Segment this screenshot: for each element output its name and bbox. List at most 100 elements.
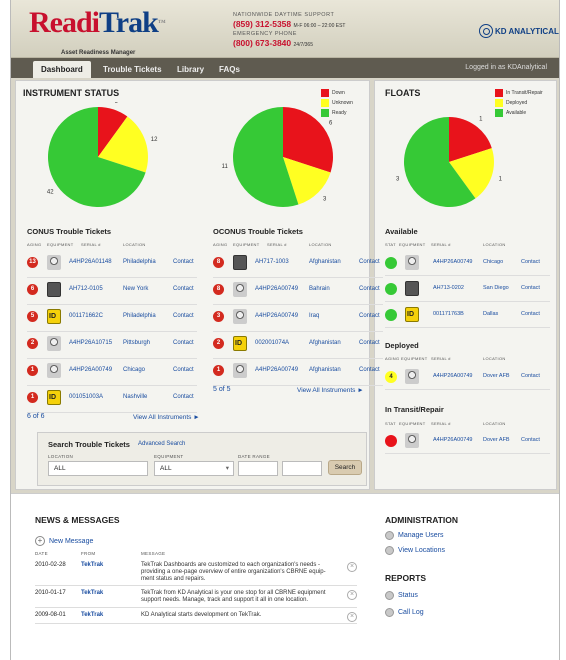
advanced-search-link[interactable]: Advanced Search xyxy=(138,441,185,447)
contact-link[interactable]: Contact xyxy=(521,373,540,379)
col-location: LOCATION xyxy=(309,242,332,247)
dropdown-arrow-icon: ▾ xyxy=(225,465,229,472)
location-text: Chicago xyxy=(123,367,146,373)
close-icon[interactable]: × xyxy=(347,562,357,572)
equipment-select[interactable]: ALL ▾ xyxy=(154,461,234,476)
aging-badge: 6 xyxy=(27,284,38,295)
contact-link[interactable]: Contact xyxy=(521,285,540,291)
mask-icon xyxy=(233,282,247,297)
ticket-row: 1 A4HP26A00749 Chicago Contact xyxy=(27,358,197,386)
aging-badge: 1 xyxy=(27,392,38,403)
location-text: Afghanistan xyxy=(309,340,341,346)
serial-link[interactable]: 001051003A xyxy=(69,394,103,400)
serial-link[interactable]: AH717-1003 xyxy=(255,259,289,265)
aging-badge: 2 xyxy=(213,338,224,349)
contact-link[interactable]: Contact xyxy=(173,367,194,373)
contact-link[interactable]: Contact xyxy=(173,259,194,265)
location-input[interactable]: ALL xyxy=(48,461,148,476)
news-row: 2009-08-01 TekTrak KD Analytical starts de… xyxy=(35,608,357,624)
contact-link[interactable]: Contact xyxy=(173,286,194,292)
contact-link[interactable]: Contact xyxy=(359,259,380,265)
id-icon xyxy=(47,390,61,405)
contact-link[interactable]: Contact xyxy=(521,437,540,443)
serial-link[interactable]: 001171763B xyxy=(433,311,464,317)
date-from-input[interactable] xyxy=(238,461,278,476)
serial-link[interactable]: A4HP26A00749 xyxy=(255,286,298,292)
serial-link[interactable]: A4HP26A00749 xyxy=(433,437,472,443)
serial-link[interactable]: 002001074A xyxy=(255,340,289,346)
date-to-input[interactable] xyxy=(282,461,322,476)
serial-link[interactable]: A4HP26A00749 xyxy=(69,367,112,373)
location-text: Philadelphia xyxy=(123,259,156,265)
contact-link[interactable]: Contact xyxy=(173,340,194,346)
tab-dashboard[interactable]: Dashboard xyxy=(33,61,91,78)
contact-link[interactable]: Contact xyxy=(359,340,380,346)
serial-link[interactable]: A4HP26A00749 xyxy=(433,373,472,379)
administration-title: ADMINISTRATION xyxy=(385,515,459,525)
floats-title: FLOATS xyxy=(385,88,421,98)
oconus-title: OCONUS Trouble Tickets xyxy=(213,227,303,236)
search-button[interactable]: Search xyxy=(328,460,362,475)
tab-faqs[interactable]: FAQs xyxy=(219,62,240,78)
serial-link[interactable]: A4HP26A01148 xyxy=(69,259,112,265)
oconus-view-all-link[interactable]: View All Instruments ► xyxy=(297,387,364,394)
serial-link[interactable]: A4HP26A10715 xyxy=(69,340,112,346)
view-locations-link[interactable]: View Locations xyxy=(385,546,445,555)
status-dot xyxy=(385,309,397,321)
news-from-link[interactable]: TekTrak xyxy=(81,612,103,618)
contact-link[interactable]: Contact xyxy=(359,286,380,292)
col-serial: SERIAL # xyxy=(81,242,101,247)
ticket-row: 1 A4HP26A00749 Afghanistan Contact xyxy=(213,358,383,386)
location-text: Pittsburgh xyxy=(123,340,151,346)
contact-link[interactable]: Contact xyxy=(173,313,194,319)
new-message-button[interactable]: + New Message xyxy=(35,536,93,546)
conus-title: CONUS Trouble Tickets xyxy=(27,227,112,236)
box-icon xyxy=(233,255,247,270)
location-text: Bahrain xyxy=(309,286,330,292)
deployed-title: Deployed xyxy=(385,341,419,350)
oconus-status-pie[interactable]: 6 3 11 xyxy=(211,102,356,212)
location-text: Dover AFB xyxy=(483,373,510,379)
serial-link[interactable]: A4HP26A00749 xyxy=(255,313,298,319)
news-from-link[interactable]: TekTrak xyxy=(81,590,103,596)
serial-link[interactable]: AH713-0202 xyxy=(433,285,464,291)
legend-swatch-transit xyxy=(495,89,503,97)
contact-link[interactable]: Contact xyxy=(173,394,194,400)
float-row: 001171763B Dallas Contact xyxy=(385,302,550,328)
contact-link[interactable]: Contact xyxy=(359,313,380,319)
location-text: Chicago xyxy=(483,259,504,265)
readitrak-logo[interactable]: ReadiTrak™ Asset Readiness Manager xyxy=(29,6,166,56)
serial-link[interactable]: A4HP26A00749 xyxy=(255,367,298,373)
manage-users-link[interactable]: Manage Users xyxy=(385,531,444,540)
floats-pie[interactable]: 1 1 3 xyxy=(381,110,521,210)
status-report-link[interactable]: Status xyxy=(385,591,418,600)
oconus-pager: 5 of 5 xyxy=(213,386,231,393)
location-text: Afghanistan xyxy=(309,259,341,265)
contact-link[interactable]: Contact xyxy=(359,367,380,373)
news-from-link[interactable]: TekTrak xyxy=(81,562,103,568)
serial-link[interactable]: 001171662C xyxy=(69,313,103,319)
col-location: LOCATION xyxy=(123,242,146,247)
ticket-row: 1 001051003A Nashville Contact xyxy=(27,385,197,413)
location-text: Dover AFB xyxy=(483,437,510,443)
close-icon[interactable]: × xyxy=(347,612,357,622)
support-phone: (859) 312-5358 xyxy=(233,19,292,29)
contact-link[interactable]: Contact xyxy=(521,311,540,317)
serial-link[interactable]: A4HP26A00749 xyxy=(433,259,472,265)
contact-link[interactable]: Contact xyxy=(521,259,540,265)
report-icon xyxy=(385,608,394,617)
news-title: NEWS & MESSAGES xyxy=(35,515,120,525)
ticket-row: 2 002001074A Afghanistan Contact xyxy=(213,331,383,359)
mask-icon xyxy=(47,363,61,378)
call-log-link[interactable]: Call Log xyxy=(385,608,424,617)
close-icon[interactable]: × xyxy=(347,590,357,600)
mask-icon xyxy=(233,309,247,324)
conus-status-pie[interactable]: 6 12 42 xyxy=(26,102,171,212)
conus-view-all-link[interactable]: View All Instruments ► xyxy=(133,414,200,421)
report-icon xyxy=(385,591,394,600)
tab-trouble-tickets[interactable]: Trouble Tickets xyxy=(103,62,162,78)
tab-library[interactable]: Library xyxy=(177,62,204,78)
available-title: Available xyxy=(385,227,418,236)
serial-link[interactable]: AH712-0105 xyxy=(69,286,103,292)
col-aging: AGING xyxy=(213,242,228,247)
